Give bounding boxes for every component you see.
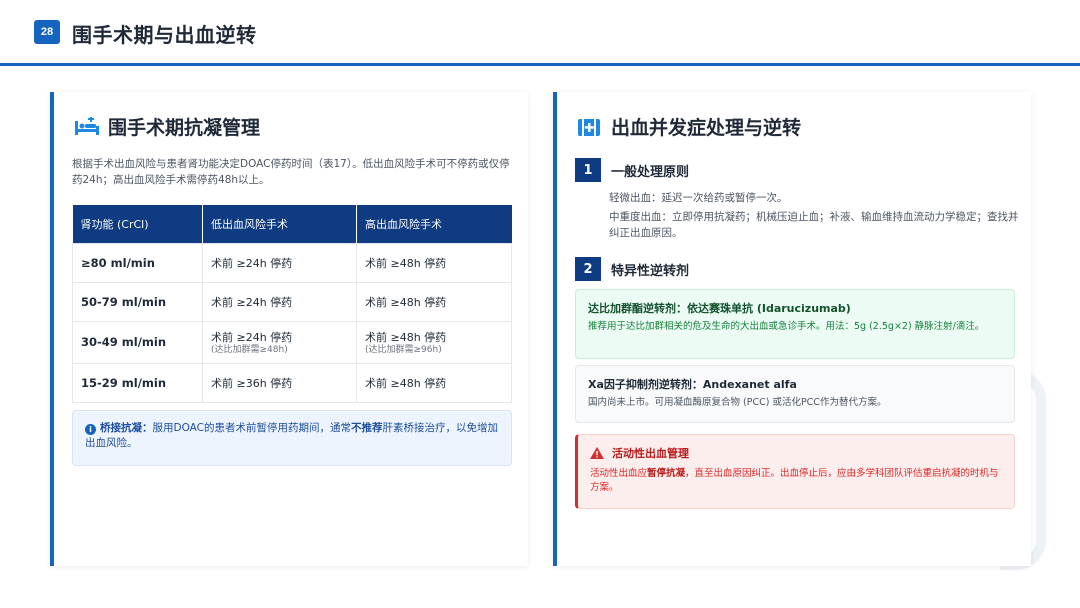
- bleeding-panel-header: 出血并发症处理与逆转: [577, 113, 801, 140]
- column-header-high-risk: 高出血风险手术: [356, 205, 512, 243]
- bridging-note-emphasis: 不推荐: [351, 422, 383, 434]
- active-bleeding-body: 活动性出血应暂停抗凝，直至出血原因纠正。出血停止后，应由多学科团队评估重启抗凝的…: [590, 467, 1002, 495]
- perioperative-panel-header: 围手术期抗凝管理: [74, 113, 260, 140]
- andexanet-card: Xa因子抑制剂逆转剂：Andexanet alfa 国内尚未上市。可用凝血酶原复…: [575, 365, 1015, 423]
- table-header-row: 肾功能 (CrCl) 低出血风险手术 高出血风险手术: [72, 205, 512, 243]
- slide-header: 28 围手术期与出血逆转: [0, 0, 1080, 66]
- active-bleeding-title: 活动性出血管理: [612, 447, 689, 460]
- high-risk-cell: 术前 ≥48h 停药 (达比加群需≥96h): [356, 320, 512, 364]
- low-risk-cell: 术前 ≥24h 停药: [202, 281, 357, 322]
- bridging-note: i 桥接抗凝：服用DOAC的患者术前暂停用药期间，通常不推荐肝素桥接治疗，以免增加…: [72, 410, 512, 466]
- crcl-cell: 50-79 ml/min: [72, 281, 203, 322]
- step-general-principles: 1 一般处理原则: [575, 158, 689, 182]
- idarucizumab-title: 达比加群酯逆转剂：依达赛珠单抗 (Idarucizumab): [588, 302, 851, 315]
- andexanet-body: 国内尚未上市。可用凝血酶原复合物 (PCC) 或活化PCC作为替代方案。: [588, 397, 887, 408]
- table-row: 50-79 ml/min 术前 ≥24h 停药 术前 ≥48h 停药: [72, 281, 512, 322]
- low-risk-value: 术前 ≥24h 停药: [211, 330, 293, 344]
- crcl-cell: 30-49 ml/min: [72, 320, 203, 364]
- crcl-cell: 15-29 ml/min: [72, 362, 203, 403]
- high-risk-cell: 术前 ≥48h 停药: [356, 281, 512, 322]
- active-bleeding-emphasis: 暂停抗凝: [647, 468, 686, 479]
- page-number-badge: 28: [34, 20, 60, 44]
- step-label: 一般处理原则: [611, 164, 690, 180]
- active-bleeding-card: 活动性出血管理 活动性出血应暂停抗凝，直至出血原因纠正。出血停止后，应由多学科团…: [575, 434, 1015, 509]
- bridging-note-label: 桥接抗凝：: [100, 422, 153, 434]
- low-risk-cell: 术前 ≥36h 停药: [202, 362, 357, 403]
- crcl-cell: ≥80 ml/min: [72, 242, 203, 283]
- first-aid-kit-icon: [577, 116, 605, 138]
- bridging-note-text-before: 服用DOAC的患者术前暂停用药期间，通常: [152, 422, 352, 434]
- idarucizumab-body: 推荐用于达比加群相关的危及生命的大出血或急诊手术。用法：5g (2.5g×2) …: [588, 321, 985, 332]
- high-risk-cell: 术前 ≥48h 停药: [356, 242, 512, 283]
- andexanet-title: Xa因子抑制剂逆转剂：Andexanet alfa: [588, 378, 797, 391]
- active-bleeding-header: 活动性出血管理: [590, 445, 1002, 461]
- step-label: 特异性逆转剂: [611, 263, 690, 279]
- high-risk-value: 术前 ≥48h 停药: [365, 330, 447, 344]
- info-icon: i: [85, 424, 96, 435]
- step-specific-reversal: 2 特异性逆转剂: [575, 257, 689, 281]
- perioperative-title: 围手术期抗凝管理: [108, 117, 261, 139]
- principle-severe-bleeding: 中重度出血：立即停用抗凝药；机械压迫止血；补液、输血维持血流动力学稳定；查找并纠…: [609, 211, 1019, 239]
- table-row: 30-49 ml/min 术前 ≥24h 停药 (达比加群需≥48h) 术前 ≥…: [72, 320, 512, 364]
- low-risk-cell: 术前 ≥24h 停药 (达比加群需≥48h): [202, 320, 357, 364]
- idarucizumab-card: 达比加群酯逆转剂：依达赛珠单抗 (Idarucizumab) 推荐用于达比加群相…: [575, 289, 1015, 359]
- hospital-bed-icon: [74, 116, 102, 138]
- table-row: ≥80 ml/min 术前 ≥24h 停药 术前 ≥48h 停药: [72, 242, 512, 283]
- bleeding-reversal-panel: 出血并发症处理与逆转 1 一般处理原则 轻微出血：延迟一次给药或暂停一次。 中重…: [553, 92, 1031, 566]
- warning-icon: [590, 447, 604, 459]
- principle-mild-bleeding: 轻微出血：延迟一次给药或暂停一次。: [609, 192, 788, 204]
- step-number: 1: [575, 158, 601, 182]
- step-number: 2: [575, 257, 601, 281]
- active-bleeding-body-before: 活动性出血应: [590, 468, 648, 479]
- page-title: 围手术期与出血逆转: [72, 23, 257, 47]
- doac-stop-table: 肾功能 (CrCl) 低出血风险手术 高出血风险手术 ≥80 ml/min 术前…: [72, 205, 512, 403]
- high-risk-cell: 术前 ≥48h 停药: [356, 362, 512, 403]
- perioperative-intro: 根据手术出血风险与患者肾功能决定DOAC停药时间（表17）。低出血风险手术可不停…: [72, 158, 510, 186]
- column-header-low-risk: 低出血风险手术: [202, 205, 357, 243]
- perioperative-panel: 围手术期抗凝管理 根据手术出血风险与患者肾功能决定DOAC停药时间（表17）。低…: [50, 92, 528, 566]
- high-risk-note: (达比加群需≥96h): [365, 344, 442, 355]
- column-header-crcl: 肾功能 (CrCl): [72, 205, 203, 243]
- low-risk-cell: 术前 ≥24h 停药: [202, 242, 357, 283]
- table-row: 15-29 ml/min 术前 ≥36h 停药 术前 ≥48h 停药: [72, 362, 512, 403]
- low-risk-note: (达比加群需≥48h): [211, 344, 288, 355]
- bleeding-title: 出血并发症处理与逆转: [611, 117, 802, 139]
